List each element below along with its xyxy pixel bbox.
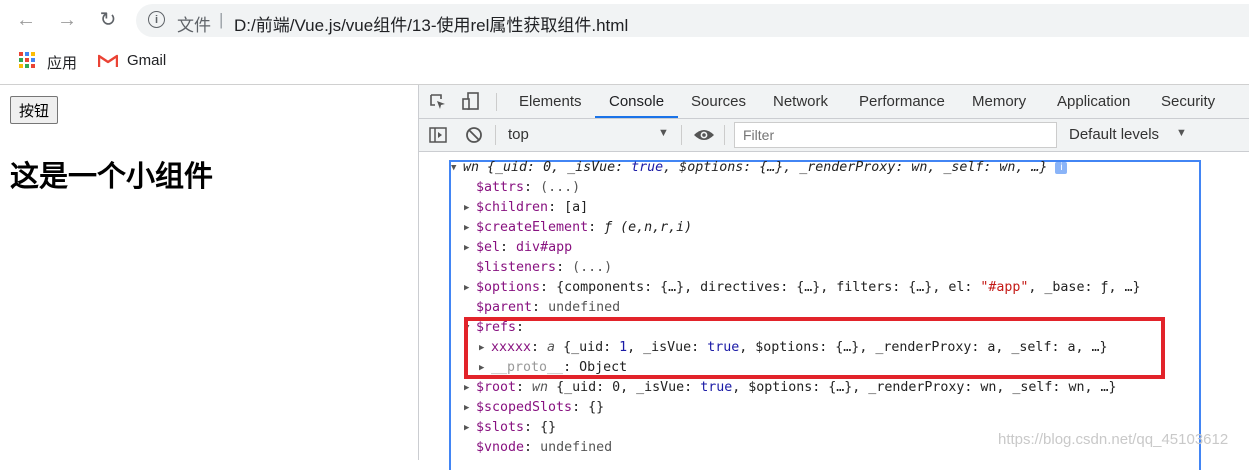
tab-security[interactable]: Security	[1161, 85, 1215, 118]
device-toolbar-icon[interactable]	[461, 91, 481, 111]
prop-el[interactable]: ▶ $el: div#app	[464, 238, 572, 258]
levels-chevron-icon[interactable]: ▼	[1176, 127, 1187, 139]
prop-parent[interactable]: $parent: undefined	[476, 298, 620, 318]
devtools-tabbar: Elements Console Sources Network Perform…	[419, 85, 1249, 119]
tab-performance[interactable]: Performance	[859, 85, 945, 118]
toolbar-separator-2	[681, 125, 682, 145]
forward-button-icon[interactable]: →	[55, 8, 79, 32]
context-select[interactable]: top	[508, 126, 529, 143]
toolbar-separator-3	[724, 125, 725, 145]
info-icon[interactable]: i	[148, 11, 165, 28]
prop-vnode[interactable]: $vnode: undefined	[476, 438, 612, 458]
scheme-label: 文件	[177, 16, 211, 35]
tab-memory[interactable]: Memory	[972, 85, 1026, 118]
tab-separator	[496, 93, 497, 111]
console-toolbar: top ▼ Default levels ▼	[419, 119, 1249, 152]
page-button[interactable]: 按钮	[10, 96, 59, 124]
prop-options[interactable]: ▶ $options: {components: {…}, directives:…	[464, 278, 1140, 298]
address-bar[interactable]: i 文件 | D:/前端/Vue.js/vue组件/13-使用rel属性获取组件…	[136, 4, 1249, 37]
log-levels-select[interactable]: Default levels	[1069, 126, 1159, 143]
tab-elements[interactable]: Elements	[519, 85, 582, 118]
prop-scopedSlots[interactable]: ▶ $scopedSlots: {}	[464, 398, 604, 418]
collapsed-triangle-icon[interactable]: ▶	[464, 238, 476, 258]
watermark: https://blog.csdn.net/qq_45103612	[998, 431, 1229, 448]
console-output: ▼ wn {_uid: 0, _isVue: true, $options: {……	[419, 152, 1249, 470]
refs-highlight-box	[464, 317, 1165, 379]
prop-listeners[interactable]: $listeners: (...)	[476, 258, 612, 278]
collapsed-triangle-icon[interactable]: ▶	[464, 218, 476, 238]
console-sidebar-icon[interactable]	[429, 126, 447, 144]
collapsed-triangle-icon[interactable]: ▶	[464, 418, 476, 438]
prop-attrs[interactable]: $attrs: (...)	[476, 178, 580, 198]
devtools-panel: Elements Console Sources Network Perform…	[418, 85, 1249, 470]
page-heading: 这是一个小组件	[10, 159, 214, 193]
prop-children[interactable]: ▶ $children: [a]	[464, 198, 588, 218]
prop-slots[interactable]: ▶ $slots: {}	[464, 418, 556, 438]
bookmark-gmail[interactable]: Gmail	[127, 52, 166, 69]
eye-icon[interactable]	[693, 127, 715, 143]
clear-console-icon[interactable]	[465, 126, 483, 144]
filter-field[interactable]	[734, 122, 1057, 148]
collapsed-triangle-icon[interactable]: ▶	[464, 378, 476, 398]
reload-button-icon[interactable]: ↻	[96, 8, 120, 32]
tab-application[interactable]: Application	[1057, 85, 1130, 118]
prop-createElement[interactable]: ▶ $createElement: ƒ (e,n,r,i)	[464, 218, 692, 238]
collapsed-triangle-icon[interactable]: ▶	[464, 198, 476, 218]
gmail-icon	[98, 54, 118, 67]
tab-console[interactable]: Console	[595, 85, 679, 118]
back-button-icon[interactable]: ←	[14, 8, 38, 32]
prop-root[interactable]: ▶ $root: wn {_uid: 0, _isVue: true, $opti…	[464, 378, 1116, 398]
expanded-triangle-icon[interactable]: ▼	[451, 158, 463, 178]
url-text[interactable]: D:/前端/Vue.js/vue组件/13-使用rel属性获取组件.html	[234, 11, 628, 36]
collapsed-triangle-icon[interactable]: ▶	[464, 278, 476, 298]
tab-network[interactable]: Network	[773, 85, 828, 118]
toolbar-separator	[495, 125, 496, 145]
filter-input[interactable]	[741, 126, 1045, 144]
chevron-down-icon[interactable]: ▼	[658, 127, 669, 139]
tab-sources[interactable]: Sources	[691, 85, 746, 118]
browser-chrome: ← → ↻ i 文件 | D:/前端/Vue.js/vue组件/13-使用rel…	[0, 0, 1249, 85]
inspect-element-icon[interactable]	[429, 93, 447, 111]
collapsed-triangle-icon[interactable]: ▶	[464, 398, 476, 418]
console-object-wn[interactable]: ▼ wn {_uid: 0, _isVue: true, $options: {……	[451, 158, 1068, 178]
info-badge-icon[interactable]: i	[1055, 162, 1068, 174]
page-viewport: 按钮 这是一个小组件	[0, 85, 418, 460]
address-separator: |	[219, 10, 224, 29]
bookmark-apps[interactable]: 应用	[47, 52, 77, 73]
apps-icon[interactable]	[19, 52, 35, 68]
